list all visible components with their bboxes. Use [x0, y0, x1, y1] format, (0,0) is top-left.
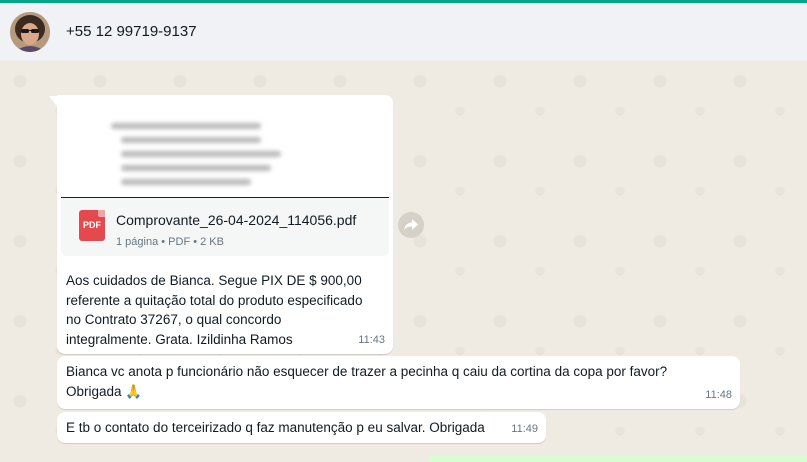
document-preview[interactable] — [61, 99, 389, 199]
preview-blur-line — [121, 179, 251, 185]
preview-blur-line — [121, 137, 261, 143]
forward-icon[interactable] — [398, 212, 424, 238]
contact-name[interactable]: +55 12 99719-9137 — [66, 23, 197, 40]
message-time: 11:49 — [511, 422, 538, 435]
message-time: 11:43 — [358, 333, 385, 346]
caption-line: integralmente. Grata. Izildinha Ramos — [66, 331, 293, 347]
bubble-tail — [49, 95, 59, 108]
message-bubble-document[interactable]: PDF Comprovante_26-04-2024_114056.pdf 1 … — [49, 95, 393, 354]
outgoing-bubble-edge — [430, 456, 807, 462]
avatar-image — [10, 12, 50, 52]
message-text: E tb o contato do terceirizado q faz man… — [66, 420, 485, 435]
caption-line: referente a quitação total do produto es… — [66, 292, 363, 308]
preview-blur-line — [121, 151, 281, 157]
avatar[interactable] — [10, 12, 50, 52]
message-line: Bianca vc anota p funcionário não esquec… — [66, 364, 668, 379]
pdf-icon: PDF — [79, 210, 105, 241]
caption-line: no Contrato 37267, o qual concordo — [66, 312, 282, 327]
chat-header[interactable]: +55 12 99719-9137 — [0, 3, 807, 61]
preview-blur-line — [111, 123, 261, 129]
document-filename[interactable]: Comprovante_26-04-2024_114056.pdf — [116, 211, 356, 231]
message-line: Obrigada 🙏 — [66, 383, 143, 399]
caption-line: Aos cuidados de Bianca. Segue PIX DE $ 9… — [66, 273, 362, 288]
message-bubble-text[interactable]: E tb o contato do terceirizado q faz man… — [57, 412, 546, 443]
message-time: 11:48 — [705, 388, 732, 401]
message-text: Bianca vc anota p funcionário não esquec… — [66, 362, 726, 401]
preview-blur-line — [121, 165, 271, 171]
message-caption: Aos cuidados de Bianca. Segue PIX DE $ 9… — [66, 271, 386, 349]
document-card[interactable]: PDF Comprovante_26-04-2024_114056.pdf 1 … — [61, 198, 389, 256]
document-meta: 1 página • PDF • 2 KB — [116, 236, 224, 248]
message-bubble-text[interactable]: Bianca vc anota p funcionário não esquec… — [57, 356, 740, 409]
